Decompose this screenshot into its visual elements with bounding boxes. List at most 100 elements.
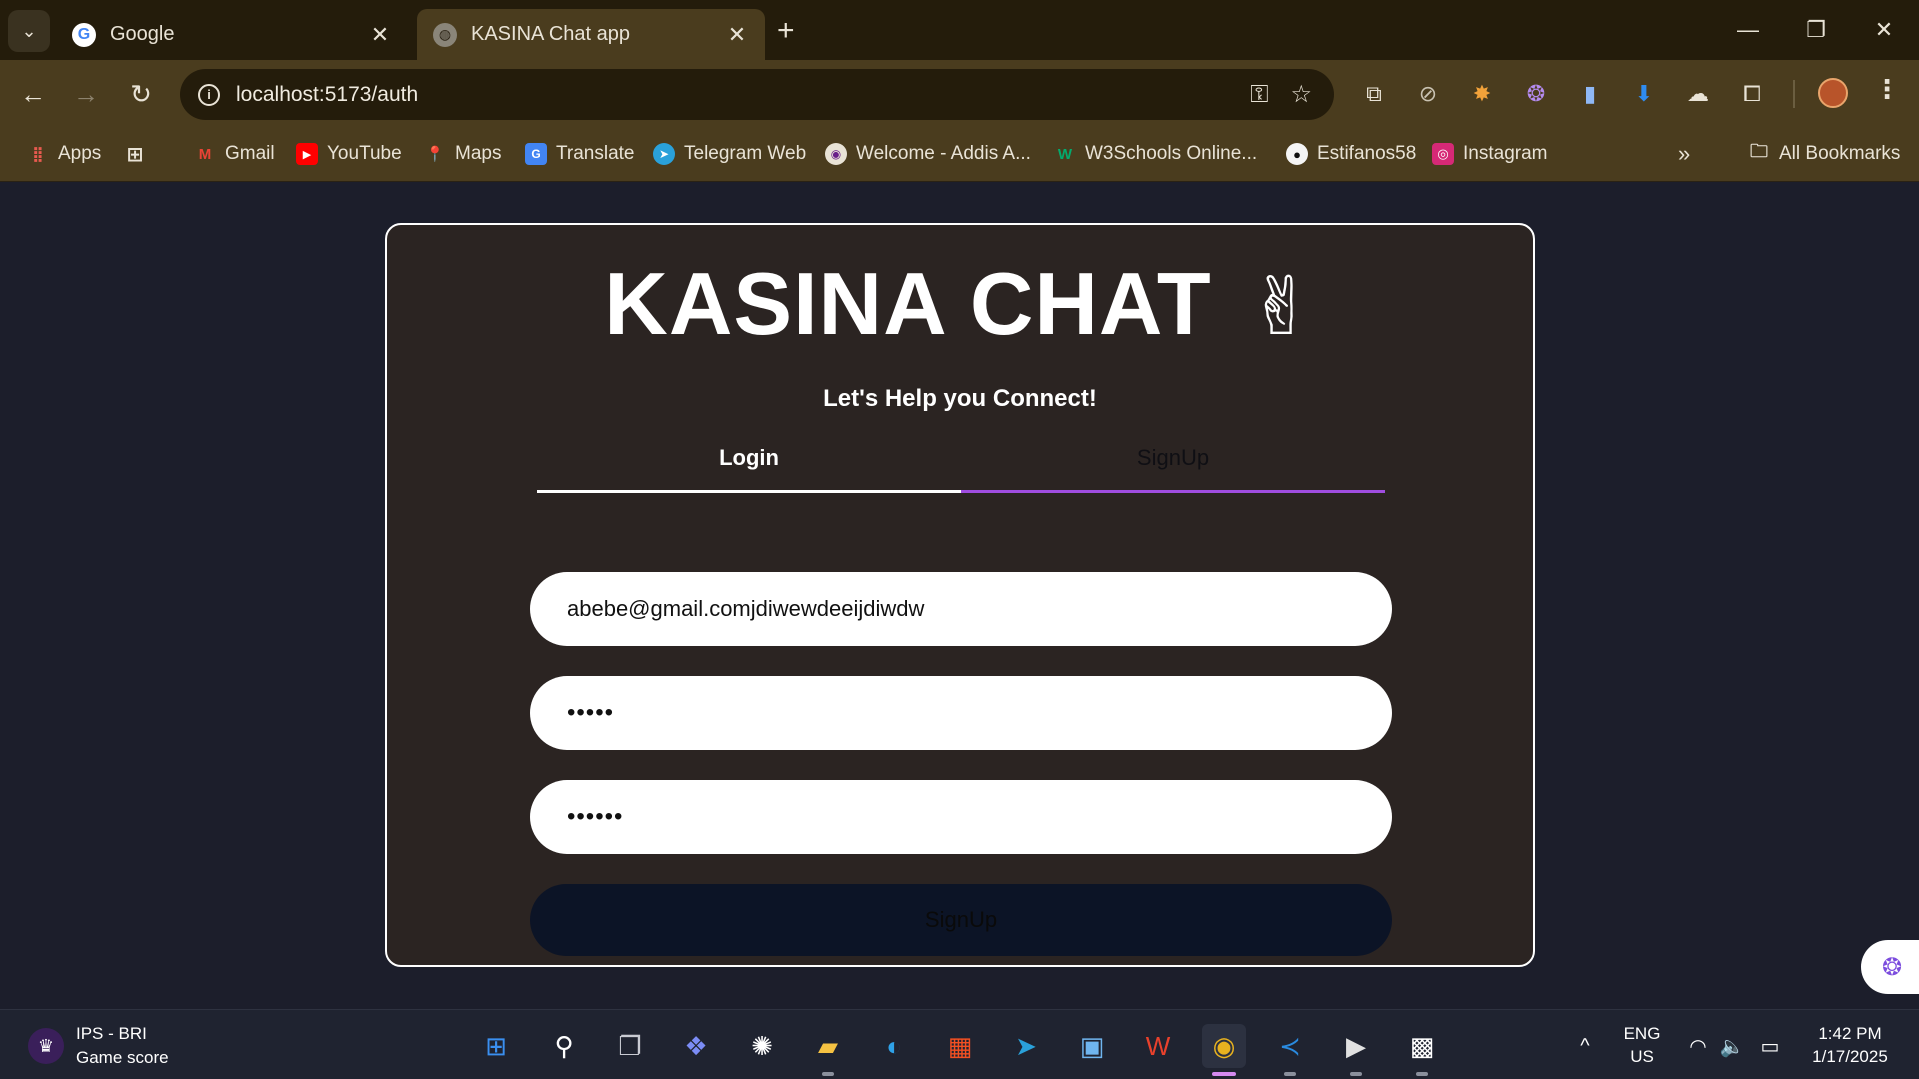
extensions-puzzle-icon[interactable]: ⧠ bbox=[1736, 78, 1768, 110]
microsoft-store-icon[interactable]: ▦ bbox=[938, 1024, 982, 1068]
browser-menu-icon[interactable]: ⋮ bbox=[1874, 74, 1900, 105]
tray-chevron-up-icon[interactable]: ^ bbox=[1563, 1024, 1607, 1068]
bookmark-label: W3Schools Online... bbox=[1085, 143, 1258, 164]
compass-extension-icon[interactable]: ⊘ bbox=[1412, 78, 1444, 110]
telegram-icon: ➤ bbox=[653, 143, 675, 165]
copilot-icon[interactable]: ❖ bbox=[674, 1024, 718, 1068]
folder-icon: 🗀 bbox=[1750, 141, 1768, 161]
clock-time: 1:42 PM bbox=[1818, 1024, 1882, 1043]
close-tab-icon[interactable]: ✕ bbox=[368, 22, 392, 48]
bookmark-maps[interactable]: 📍 Maps bbox=[424, 138, 502, 170]
profile-avatar[interactable] bbox=[1818, 78, 1848, 108]
bookmark-addis[interactable]: ◉ Welcome - Addis A... bbox=[825, 138, 1031, 170]
back-arrow-icon[interactable]: ← bbox=[15, 76, 51, 112]
tab-login[interactable]: Login bbox=[537, 425, 961, 493]
bookmark-label: Maps bbox=[455, 143, 502, 164]
tab-groups-button[interactable]: ⊞ bbox=[124, 138, 155, 170]
bookmark-label: Telegram Web bbox=[684, 143, 807, 164]
bookmarks-bar: ⣿ Apps ⊞ M Gmail ▶ YouTube 📍 Maps G Tran… bbox=[0, 128, 1919, 293]
bookmark-translate[interactable]: G Translate bbox=[525, 138, 635, 170]
battery-icon[interactable]: ▭ bbox=[1748, 1024, 1792, 1068]
bookmark-label: Instagram bbox=[1463, 143, 1548, 164]
reload-icon[interactable]: ↻ bbox=[123, 76, 159, 112]
brain-extension-icon[interactable]: ❂ bbox=[1520, 78, 1552, 110]
forward-arrow-icon[interactable]: → bbox=[68, 76, 104, 112]
address-bar[interactable]: i localhost:5173/auth ⚿ ☆ bbox=[180, 69, 1334, 120]
auth-tabs: Login SignUp bbox=[537, 425, 1385, 493]
telegram-icon[interactable]: ➤ bbox=[1004, 1024, 1048, 1068]
close-tab-icon[interactable]: ✕ bbox=[725, 22, 749, 48]
star-icon[interactable]: ☆ bbox=[1290, 80, 1312, 109]
restore-icon[interactable]: ❐ bbox=[1786, 10, 1846, 50]
download-extension-icon[interactable]: ⬇ bbox=[1628, 78, 1660, 110]
browser-toolbar: ← → ↻ i localhost:5173/auth ⚿ ☆ ⧉ ⊘ ✸ ❂ … bbox=[0, 60, 1919, 128]
tab-title: KASINA Chat app bbox=[471, 23, 630, 45]
close-window-icon[interactable]: ✕ bbox=[1854, 10, 1914, 50]
site-info-icon[interactable]: i bbox=[198, 83, 220, 106]
chrome-icon[interactable]: ◉ bbox=[1202, 1024, 1246, 1076]
minimize-icon[interactable]: — bbox=[1718, 10, 1778, 50]
tab-title: Google bbox=[110, 23, 175, 45]
brand-title: KASINA CHAT ✌ bbox=[387, 253, 1533, 355]
bookmark-label: Gmail bbox=[225, 143, 275, 164]
victory-hand-icon: ✌ bbox=[1247, 262, 1316, 351]
windows-taskbar: ♛ IPS - BRI Game score ⊞ ⚲ ❐ ❖ ✺ ▰ ◐ ▦ ➤… bbox=[0, 1009, 1919, 1079]
tab-copy-extension-icon[interactable]: ⧉ bbox=[1358, 78, 1390, 110]
gmail-icon: M bbox=[198, 145, 212, 163]
key-icon[interactable]: ⚿ bbox=[1250, 81, 1268, 109]
assistant-brain-icon[interactable]: ❂ bbox=[1861, 940, 1919, 994]
more-bookmarks-button[interactable]: » bbox=[1678, 138, 1690, 170]
toolbar-divider bbox=[1793, 80, 1795, 108]
confirm-password-field[interactable]: •••••• bbox=[530, 780, 1392, 854]
bookmark-apps[interactable]: ⣿ Apps bbox=[27, 138, 101, 170]
bookmark-instagram[interactable]: ◎ Instagram bbox=[1432, 138, 1547, 170]
search-icon[interactable]: ⚲ bbox=[542, 1024, 586, 1068]
all-bookmarks-button[interactable]: 🗀 All Bookmarks bbox=[1748, 138, 1900, 170]
media-player-icon[interactable]: ▶ bbox=[1334, 1024, 1378, 1076]
cloud-extension-icon[interactable]: ☁ bbox=[1682, 78, 1714, 110]
intellij-icon[interactable]: ▩ bbox=[1400, 1024, 1444, 1076]
language-indicator[interactable]: ENG US bbox=[1620, 1022, 1664, 1068]
brand-text: KASINA CHAT bbox=[604, 254, 1212, 353]
windows-start-icon[interactable]: ⊞ bbox=[474, 1024, 518, 1068]
translate-icon: G bbox=[525, 143, 547, 165]
edge-icon[interactable]: ◐ bbox=[872, 1024, 916, 1068]
email-field[interactable]: abebe@gmail.comjdiwewdeeijdiwdw bbox=[530, 572, 1392, 646]
system-clock[interactable]: 1:42 PM 1/17/2025 bbox=[1800, 1022, 1900, 1068]
bookmark-label: Apps bbox=[58, 143, 102, 164]
tab-google[interactable]: G Google ✕ bbox=[56, 9, 408, 60]
bookmark-gmail[interactable]: M Gmail bbox=[194, 138, 275, 170]
lang-top: ENG bbox=[1623, 1024, 1661, 1043]
bookmark-label: All Bookmarks bbox=[1779, 143, 1901, 164]
bookmark-w3schools[interactable]: W W3Schools Online... bbox=[1054, 138, 1257, 170]
document-extension-icon[interactable]: ▮ bbox=[1574, 78, 1606, 110]
url-text[interactable]: localhost:5173/auth bbox=[236, 83, 1250, 107]
youtube-icon: ▶ bbox=[296, 143, 318, 165]
control-panel-icon[interactable]: ▣ bbox=[1070, 1024, 1114, 1068]
vscode-icon[interactable]: ≺ bbox=[1268, 1024, 1312, 1076]
bookmark-telegram[interactable]: ➤ Telegram Web bbox=[653, 138, 806, 170]
globe-icon: ◍ bbox=[433, 22, 457, 47]
chatgpt-icon[interactable]: ✺ bbox=[740, 1024, 784, 1068]
maps-icon: 📍 bbox=[425, 146, 445, 163]
grid-icon: ⊞ bbox=[126, 143, 144, 166]
task-view-icon[interactable]: ❐ bbox=[608, 1024, 652, 1068]
signup-button[interactable]: SignUp bbox=[530, 884, 1392, 956]
password-field[interactable]: ••••• bbox=[530, 676, 1392, 750]
color-picker-extension-icon[interactable]: ✸ bbox=[1466, 78, 1498, 110]
bookmark-label: Welcome - Addis A... bbox=[856, 143, 1031, 164]
page-viewport: KASINA CHAT ✌ Let's Help you Connect! Log… bbox=[0, 182, 1919, 1009]
w3schools-icon: W bbox=[1057, 145, 1073, 163]
tab-kasina-chat[interactable]: ◍ KASINA Chat app ✕ bbox=[417, 9, 765, 60]
wps-office-icon[interactable]: W bbox=[1136, 1024, 1180, 1068]
subtitle: Let's Help you Connect! bbox=[823, 385, 1097, 412]
tab-signup[interactable]: SignUp bbox=[961, 425, 1385, 493]
file-explorer-icon[interactable]: ▰ bbox=[806, 1024, 850, 1076]
weather-sports-widget[interactable]: ♛ IPS - BRI Game score bbox=[28, 1022, 169, 1070]
bookmark-label: Translate bbox=[556, 143, 635, 164]
bookmark-youtube[interactable]: ▶ YouTube bbox=[296, 138, 402, 170]
tab-search-button[interactable]: ⌄ bbox=[8, 10, 50, 52]
bookmark-label: Estifanos58 bbox=[1317, 143, 1417, 164]
bookmark-github[interactable]: ● Estifanos58 bbox=[1286, 138, 1416, 170]
new-tab-button[interactable]: + bbox=[777, 14, 795, 48]
